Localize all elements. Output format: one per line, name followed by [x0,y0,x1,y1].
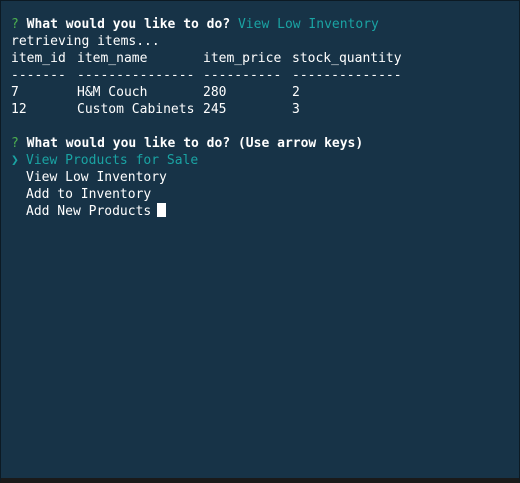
menu-option-view-low-inventory[interactable]: View Low Inventory [11,169,402,186]
prompt-question: What would you like to do? [26,136,231,151]
separator-item-id: ------- [11,68,66,83]
cell-stock-quantity: 3 [292,102,300,117]
cell-item-id: 7 [11,85,19,100]
menu-option-add-new-products[interactable]: Add New Products [11,203,402,220]
prompt-answered: ? What would you like to do? View Low In… [11,16,402,33]
header-item-id: item_id [11,51,66,66]
cell-item-name: H&M Couch [77,85,148,100]
menu-option-label: Add to Inventory [26,187,152,202]
separator-item-price: ---------- [203,68,282,83]
cell-item-price: 280 [203,85,227,100]
cell-item-name: Custom Cabinets [77,102,195,117]
text-cursor-icon [157,203,167,217]
prompt-active: ? What would you like to do? (Use arrow … [11,135,402,152]
question-mark: ? [11,136,19,151]
table-row: 7 H&M Couch 280 2 [11,84,402,101]
menu-option-add-to-inventory[interactable]: Add to Inventory [11,186,402,203]
cell-item-id: 12 [11,102,27,117]
menu-option-label: Add New Products [26,204,152,219]
table-row: 12 Custom Cabinets 245 3 [11,101,402,118]
pointer-icon: ❯ [11,153,19,168]
cell-stock-quantity: 2 [292,85,300,100]
header-item-name: item_name [77,51,148,66]
cell-item-price: 245 [203,102,227,117]
header-item-price: item_price [203,51,282,66]
question-mark: ? [11,17,19,32]
table-header: item_id item_name item_price stock_quant… [11,50,402,67]
table-separator: ------- --------------- ---------- -----… [11,67,402,84]
menu-option-view-products-for-sale[interactable]: ❯ View Products for Sale [11,152,402,169]
prompt-hint: (Use arrow keys) [237,136,364,151]
header-stock-quantity: stock_quantity [292,51,402,66]
terminal-window[interactable]: ? What would you like to do? View Low In… [0,0,520,483]
status-message: retrieving items... [11,34,160,49]
terminal-output: ? What would you like to do? View Low In… [11,16,402,220]
prompt-question: What would you like to do? [26,17,231,32]
separator-item-name: --------------- [77,68,195,83]
menu-option-label: View Low Inventory [26,170,167,185]
separator-stock-quantity: -------------- [292,68,402,83]
prompt-answer: View Low Inventory [237,17,379,32]
menu-option-label: View Products for Sale [26,153,199,168]
